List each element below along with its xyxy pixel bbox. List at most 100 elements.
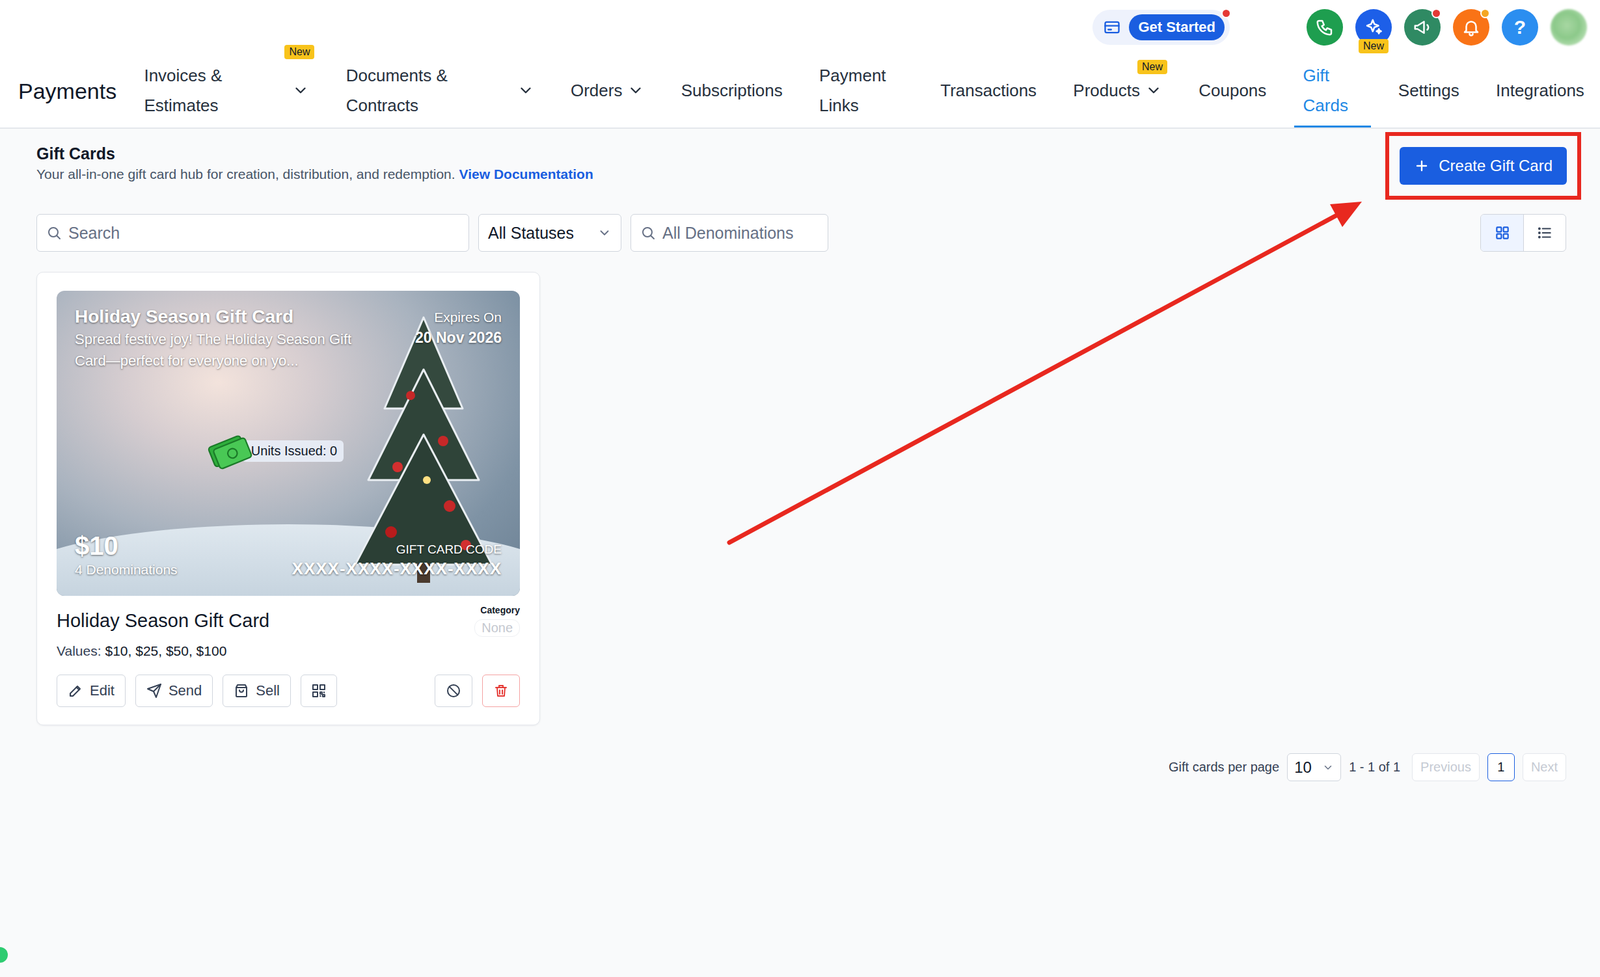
status-select[interactable]: All Statuses bbox=[478, 214, 622, 252]
chevron-down-icon bbox=[292, 81, 310, 99]
next-button[interactable]: Next bbox=[1522, 753, 1567, 782]
get-started-button[interactable]: Get Started bbox=[1128, 14, 1225, 41]
phone-button[interactable] bbox=[1306, 9, 1343, 46]
ai-icon bbox=[1363, 17, 1384, 38]
nav-item[interactable]: Documents & Contracts bbox=[337, 54, 544, 128]
disable-button[interactable] bbox=[434, 674, 473, 708]
nav-item-inner: Invoices & EstimatesNew bbox=[143, 60, 310, 121]
grid-view-button[interactable] bbox=[1480, 214, 1524, 252]
help-button[interactable]: ? bbox=[1501, 9, 1539, 46]
edit-button[interactable]: Edit bbox=[56, 674, 126, 708]
get-started[interactable]: Get Started bbox=[1092, 9, 1230, 45]
page-wrap: 1 bbox=[1487, 753, 1515, 782]
card-values: Values:$10, $25, $50, $100 bbox=[56, 643, 520, 660]
search-icon bbox=[640, 225, 656, 241]
chevron-down-icon bbox=[597, 225, 612, 241]
card-info: Holiday Season Gift CardCategoryNone bbox=[56, 605, 520, 638]
search-icon bbox=[46, 225, 62, 241]
units-issued-badge: Units Issued: 0 bbox=[242, 440, 344, 462]
new-badge: New bbox=[284, 44, 315, 60]
sell-button[interactable]: Sell bbox=[222, 674, 291, 708]
annotation-arrow bbox=[0, 0, 1600, 977]
expires-label: Expires On bbox=[415, 307, 502, 328]
overlay-bottom: $104 Denominations GIFT CARD CODEXXXX-XXX… bbox=[74, 530, 502, 580]
nav-item[interactable]: Orders bbox=[561, 54, 654, 128]
units-row: Units Issued: 0 bbox=[74, 432, 502, 471]
nav-item-inner: Integrations bbox=[1495, 75, 1585, 106]
nav-item[interactable]: ProductsNew bbox=[1063, 54, 1172, 128]
nav-item[interactable]: Gift Cards bbox=[1294, 54, 1371, 128]
notifications-button[interactable] bbox=[1452, 9, 1490, 46]
overlay-top: Holiday Season Gift CardSpread festive j… bbox=[74, 305, 502, 372]
view-toggle bbox=[1480, 214, 1567, 252]
card-title: Holiday Season Gift Card bbox=[56, 610, 270, 632]
action-label: Edit bbox=[89, 682, 115, 700]
category-value: None bbox=[474, 619, 520, 638]
chevron-down-icon bbox=[1322, 761, 1334, 774]
nav-item[interactable]: Subscriptions bbox=[672, 54, 792, 128]
send-button[interactable]: Send bbox=[135, 674, 213, 708]
nav-item-inner: Documents & Contracts bbox=[346, 60, 535, 121]
nav-item[interactable]: Settings bbox=[1389, 54, 1469, 128]
page-button[interactable]: 1 bbox=[1487, 753, 1515, 782]
nav-item[interactable]: Integrations bbox=[1486, 54, 1594, 128]
documentation-link[interactable]: View Documentation bbox=[459, 166, 594, 182]
denominations-count: 4 Denominations bbox=[74, 560, 178, 580]
nav-item[interactable]: Invoices & EstimatesNew bbox=[134, 54, 319, 128]
qr-button[interactable] bbox=[300, 674, 338, 708]
announcement-icon bbox=[1412, 17, 1433, 38]
new-badge: New bbox=[1358, 39, 1389, 54]
card-actions: Edit Send Sell bbox=[56, 674, 520, 708]
denominations-field[interactable] bbox=[630, 214, 829, 252]
app: Get Started New? Payments Invoices & Estima… bbox=[0, 0, 1600, 782]
search-input[interactable] bbox=[68, 223, 460, 243]
top-bar: Get Started New? bbox=[0, 0, 1600, 55]
page-header: Gift CardsYour all-in-one gift card hub … bbox=[36, 128, 1567, 200]
list-view-button[interactable] bbox=[1523, 214, 1566, 252]
expiry: Expires On20 Nov 2026 bbox=[415, 305, 502, 349]
nav-item-inner: Orders bbox=[570, 75, 645, 106]
nav-item[interactable]: Coupons bbox=[1189, 54, 1276, 128]
amount: $10 bbox=[74, 530, 178, 561]
gift-card[interactable]: Holiday Season Gift CardSpread festive j… bbox=[36, 271, 541, 726]
nav-label: Gift Cards bbox=[1303, 60, 1362, 121]
delete-button[interactable] bbox=[482, 674, 520, 708]
sell-icon bbox=[233, 683, 250, 699]
nav-label: Documents & Contracts bbox=[346, 60, 513, 121]
nav-label: Integrations bbox=[1495, 75, 1585, 106]
new-badge: New bbox=[1137, 59, 1168, 75]
code-label: GIFT CARD CODE bbox=[292, 541, 502, 559]
values-label: Values: bbox=[56, 643, 102, 659]
image-title: Holiday Season Gift Card bbox=[74, 305, 368, 329]
nav-label: Products bbox=[1072, 75, 1140, 106]
section-title: Payments bbox=[18, 78, 117, 105]
money-icon bbox=[206, 432, 253, 471]
gift-card-code: XXXX-XXXX-XXXX-XXXX bbox=[292, 558, 502, 580]
plus-icon bbox=[1413, 158, 1430, 174]
pagination: Gift cards per page101 - 1 of 1Previous1… bbox=[36, 753, 1567, 782]
top-header: Get Started New? Payments Invoices & Estima… bbox=[0, 0, 1600, 129]
gift-card-image: Holiday Season Gift CardSpread festive j… bbox=[56, 290, 520, 597]
ai-button[interactable]: New bbox=[1355, 9, 1392, 46]
previous-button[interactable]: Previous bbox=[1411, 753, 1480, 782]
description-text: Your all-in-one gift card hub for creati… bbox=[36, 166, 456, 182]
per-page-select[interactable]: 10 bbox=[1287, 753, 1342, 782]
denominations-input[interactable] bbox=[662, 223, 819, 243]
expires-date: 20 Nov 2026 bbox=[415, 327, 502, 349]
announcement-button[interactable] bbox=[1404, 9, 1441, 46]
notification-dot bbox=[1480, 8, 1491, 19]
page-description: Your all-in-one gift card hub for creati… bbox=[36, 163, 594, 185]
action-label: Sell bbox=[255, 682, 280, 700]
values-list: $10, $25, $50, $100 bbox=[105, 643, 228, 659]
nav-label: Settings bbox=[1398, 75, 1460, 106]
search-field[interactable] bbox=[36, 214, 470, 252]
nav-item[interactable]: Transactions bbox=[931, 54, 1046, 128]
phone-icon bbox=[1315, 17, 1335, 38]
main-nav: Payments Invoices & EstimatesNew Documents… bbox=[0, 54, 1600, 128]
create-gift-card-button[interactable]: Create Gift Card bbox=[1399, 147, 1567, 185]
nav-item-inner: ProductsNew bbox=[1072, 75, 1163, 106]
chat-widget[interactable] bbox=[0, 947, 8, 963]
action-label: Send bbox=[168, 682, 202, 700]
nav-item[interactable]: Payment Links bbox=[810, 54, 913, 128]
avatar-button[interactable] bbox=[1550, 9, 1587, 46]
